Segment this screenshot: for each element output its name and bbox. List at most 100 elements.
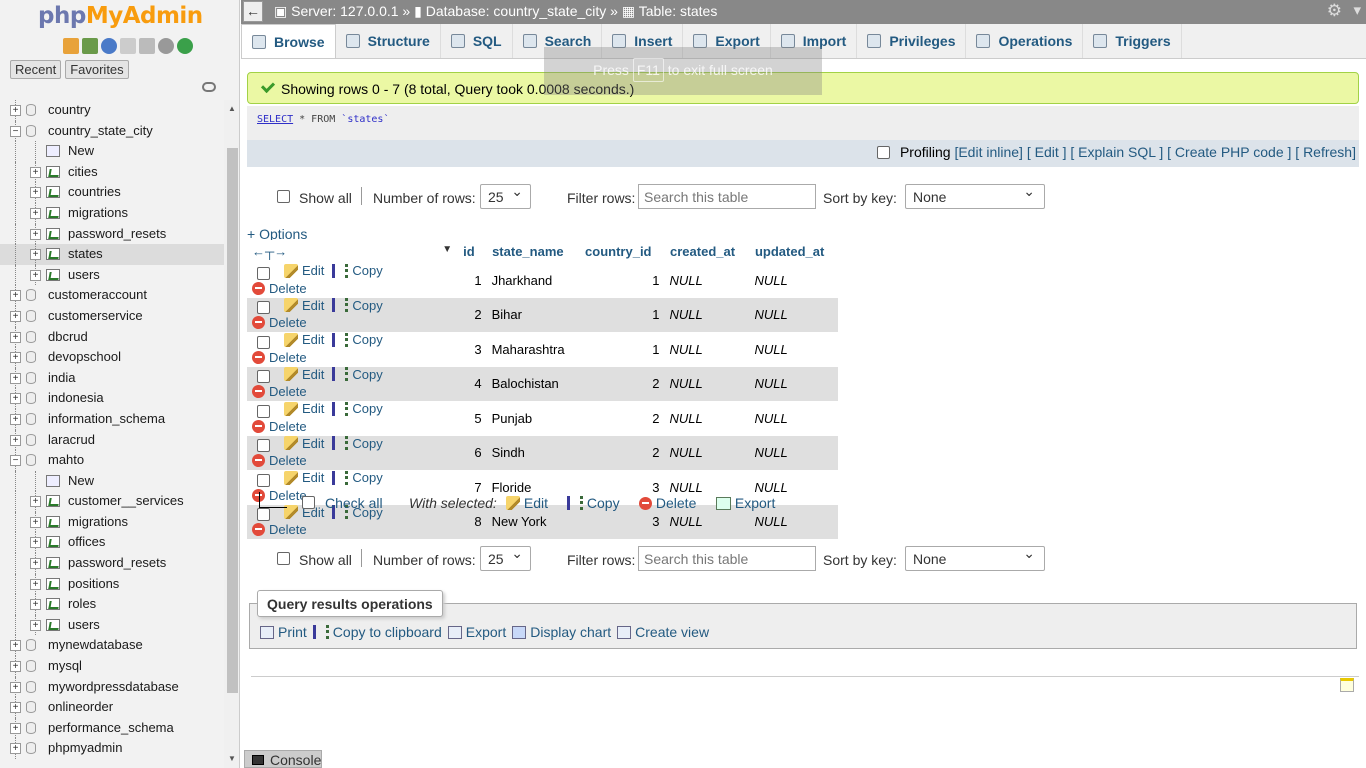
column-header-created-at[interactable]: created_at [664,240,750,263]
column-header-state-name[interactable]: state_name [486,240,581,263]
menu-dropdown-icon[interactable]: ▾ [1353,1,1361,19]
docs-icon[interactable] [120,38,136,54]
edit-link[interactable]: [ Edit ] [1027,144,1067,160]
cell-created-at[interactable]: NULL [664,297,750,332]
cell-country-id[interactable]: 2 [579,435,665,470]
tree-item-label[interactable]: password_resets [68,224,166,244]
filter-rows-input[interactable]: Search this table [638,184,816,209]
check-all-checkbox[interactable] [302,496,315,509]
tab-sql[interactable]: SQL [441,24,513,58]
cell-created-at[interactable]: NULL [664,435,750,470]
cell-id[interactable]: 5 [458,401,487,436]
row-checkbox[interactable] [257,301,270,314]
tree-item-label[interactable]: users [68,265,100,285]
recent-tab[interactable]: Recent [10,60,62,79]
console-button[interactable]: Console [244,750,322,768]
profiling-checkbox[interactable] [877,146,891,159]
row-edit-button[interactable]: Edit [284,401,324,416]
sort-key-select[interactable]: None [905,545,1045,571]
tree-item[interactable]: − mahto [0,450,224,471]
tree-item-label[interactable]: country_state_city [48,121,153,141]
explain-sql-link[interactable]: [ Explain SQL ] [1070,144,1163,160]
expand-icon[interactable]: + [30,496,41,508]
row-checkbox[interactable] [257,266,270,280]
tree-item-label[interactable]: mywordpressdatabase [48,677,179,697]
tree-item[interactable]: + countries [0,182,224,203]
expand-icon[interactable]: + [10,661,21,673]
cell-country-id[interactable]: 2 [579,366,665,401]
collapse-sidebar-button[interactable]: ← [243,1,263,22]
rows-select[interactable]: 25 [480,183,531,209]
row-copy-button[interactable]: Copy [332,263,383,278]
cell-state-name[interactable]: Sindh [486,435,580,470]
row-delete-button[interactable]: Delete [252,453,307,468]
column-header-country-id[interactable]: country_id [579,240,666,263]
print-link[interactable]: Print [260,624,307,640]
expand-icon[interactable]: + [10,640,21,652]
expand-icon[interactable]: + [10,331,21,343]
row-delete-button[interactable]: Delete [252,350,307,365]
tab-operations[interactable]: Operations [966,24,1084,58]
filter-rows-input[interactable]: Search this table [638,546,816,571]
tree-item[interactable]: + migrations [0,511,224,533]
row-edit-button[interactable]: Edit [284,436,324,451]
bulk-edit-button[interactable]: Edit [506,495,548,511]
expand-icon[interactable]: + [10,434,21,446]
collapse-icon[interactable]: − [10,125,21,137]
tree-item-label[interactable]: dbcrud [48,327,88,347]
row-checkbox[interactable] [257,473,270,487]
bulk-delete-button[interactable]: Delete [639,495,696,511]
tree-item-label[interactable]: offices [68,532,105,552]
tree-item[interactable]: + country [0,100,224,121]
row-delete-button[interactable]: Delete [252,315,307,330]
tree-item-label[interactable]: mynewdatabase [48,635,143,655]
tab-structure[interactable]: Structure [336,24,441,58]
tree-item-label[interactable]: information_schema [48,409,165,429]
tree-item[interactable]: + phpmyadmin [0,738,224,759]
expand-icon[interactable]: + [10,393,21,405]
tree-item[interactable]: + password_resets [0,553,224,574]
expand-icon[interactable]: + [10,413,21,425]
row-edit-button[interactable]: Edit [284,470,324,485]
row-checkbox[interactable] [257,370,270,383]
scroll-up-icon[interactable]: ▲ [228,104,236,113]
expand-icon[interactable]: + [10,743,21,755]
tree-item-label[interactable]: roles [68,594,96,614]
tree-item-label[interactable]: laracrud [48,430,95,450]
expand-icon[interactable]: + [10,310,21,322]
tab-triggers[interactable]: Triggers [1083,24,1182,58]
row-delete-button[interactable]: Delete [252,384,307,399]
breadcrumb-table[interactable]: Table: states [639,3,718,19]
settings-gear-icon[interactable] [158,38,174,54]
settings-gear-icon[interactable]: ⚙ [1327,1,1342,21]
tree-item[interactable]: − country_state_city [0,120,224,142]
scroll-down-icon[interactable]: ▼ [228,754,236,763]
expand-icon[interactable]: + [30,249,41,261]
cell-updated-at[interactable]: NULL [749,401,837,436]
tree-item-label[interactable]: india [48,368,75,388]
tree-item[interactable]: + mywordpressdatabase [0,676,224,698]
sort-key-select[interactable]: None [905,183,1045,209]
sql-docs-icon[interactable] [139,38,155,54]
expand-icon[interactable]: + [10,352,21,364]
tree-item[interactable]: + dbcrud [0,326,224,348]
expand-icon[interactable]: + [30,269,41,281]
tree-item-label[interactable]: New [68,471,94,491]
row-delete-button[interactable]: Delete [252,522,307,537]
cell-id[interactable]: 6 [457,435,487,470]
cell-updated-at[interactable]: NULL [749,297,838,332]
expand-icon[interactable]: + [30,207,41,219]
tree-item-label[interactable]: customerservice [48,306,143,326]
tree-item[interactable]: + customerservice [0,305,224,327]
tree-item-label[interactable]: New [68,141,94,161]
expand-icon[interactable]: + [30,187,41,199]
export-link[interactable]: Export [447,624,506,640]
row-checkbox[interactable] [257,335,270,349]
cell-country-id[interactable]: 1 [579,297,665,332]
breadcrumb-server[interactable]: Server: 127.0.0.1 [291,3,398,19]
tree-item-label[interactable]: indonesia [48,388,104,408]
cell-country-id[interactable]: 2 [580,401,665,436]
row-delete-button[interactable]: Delete [252,281,307,296]
tree-item-label[interactable]: country [48,100,91,120]
expand-icon[interactable]: + [10,702,21,714]
